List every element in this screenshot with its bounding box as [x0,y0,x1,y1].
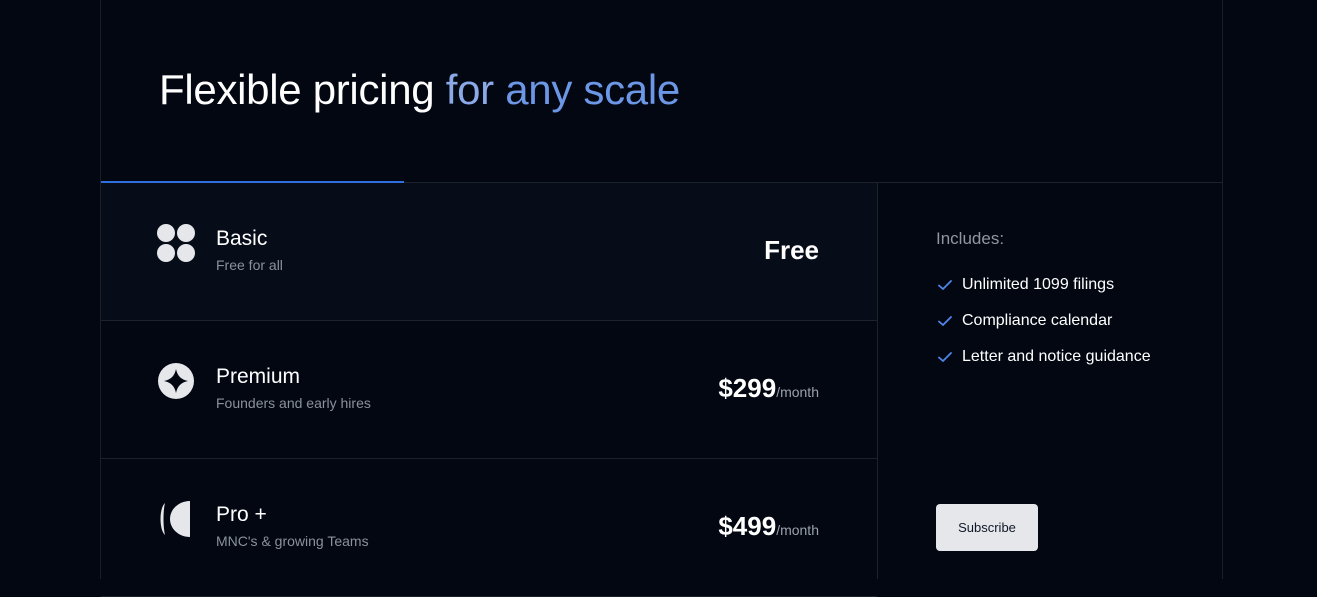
plan-row-pro-plus[interactable]: Pro + MNC's & growing Teams $499/month [101,459,877,597]
half-moon-icon [160,501,190,537]
feature-text: Unlimited 1099 filings [962,276,1115,293]
price-period: /month [776,522,819,538]
feature-text: Letter and notice guidance [962,348,1151,365]
price-amount: $299 [718,373,777,403]
title-part-primary: Flexible pricing [159,66,435,113]
plan-row-premium[interactable]: Premium Founders and early hires $299/mo… [101,321,877,459]
title-part-scale: any scale [505,66,680,113]
feature-item: Compliance calendar [936,303,1151,339]
four-circles-icon [157,224,195,262]
plan-price: $299/month [718,373,819,404]
subscribe-button[interactable]: Subscribe [936,504,1038,551]
plan-row-basic[interactable]: Basic Free for all Free [101,183,877,321]
plan-name: Pro + [216,503,267,526]
feature-list: Unlimited 1099 filings Compliance calend… [936,267,1151,375]
page-title: Flexible pricing for any scale [159,66,680,114]
sparkle-star-icon [158,363,194,399]
plan-subtitle: MNC's & growing Teams [216,533,369,549]
plan-price: Free [764,235,819,266]
checkmark-icon [938,280,952,290]
feature-text: Compliance calendar [962,312,1113,329]
plan-name: Basic [216,227,268,250]
price-amount: $499 [718,511,777,541]
plan-subtitle: Founders and early hires [216,395,371,411]
plan-name: Premium [216,365,301,388]
plan-subtitle: Free for all [216,257,283,273]
checkmark-icon [938,316,952,326]
price-period: /month [776,384,819,400]
feature-item: Letter and notice guidance [936,339,1151,375]
title-part-for: for [445,66,494,113]
includes-label: Includes: [936,229,1005,248]
plan-price: $499/month [718,511,819,542]
pricing-section: Flexible pricing for any scale Basic Fre… [100,0,1223,597]
checkmark-icon [938,352,952,362]
price-amount: Free [764,235,819,265]
features-panel: Includes: Unlimited 1099 filings Complia… [879,183,1222,579]
plan-list: Basic Free for all Free Premium Founders… [101,183,878,597]
feature-item: Unlimited 1099 filings [936,267,1151,303]
